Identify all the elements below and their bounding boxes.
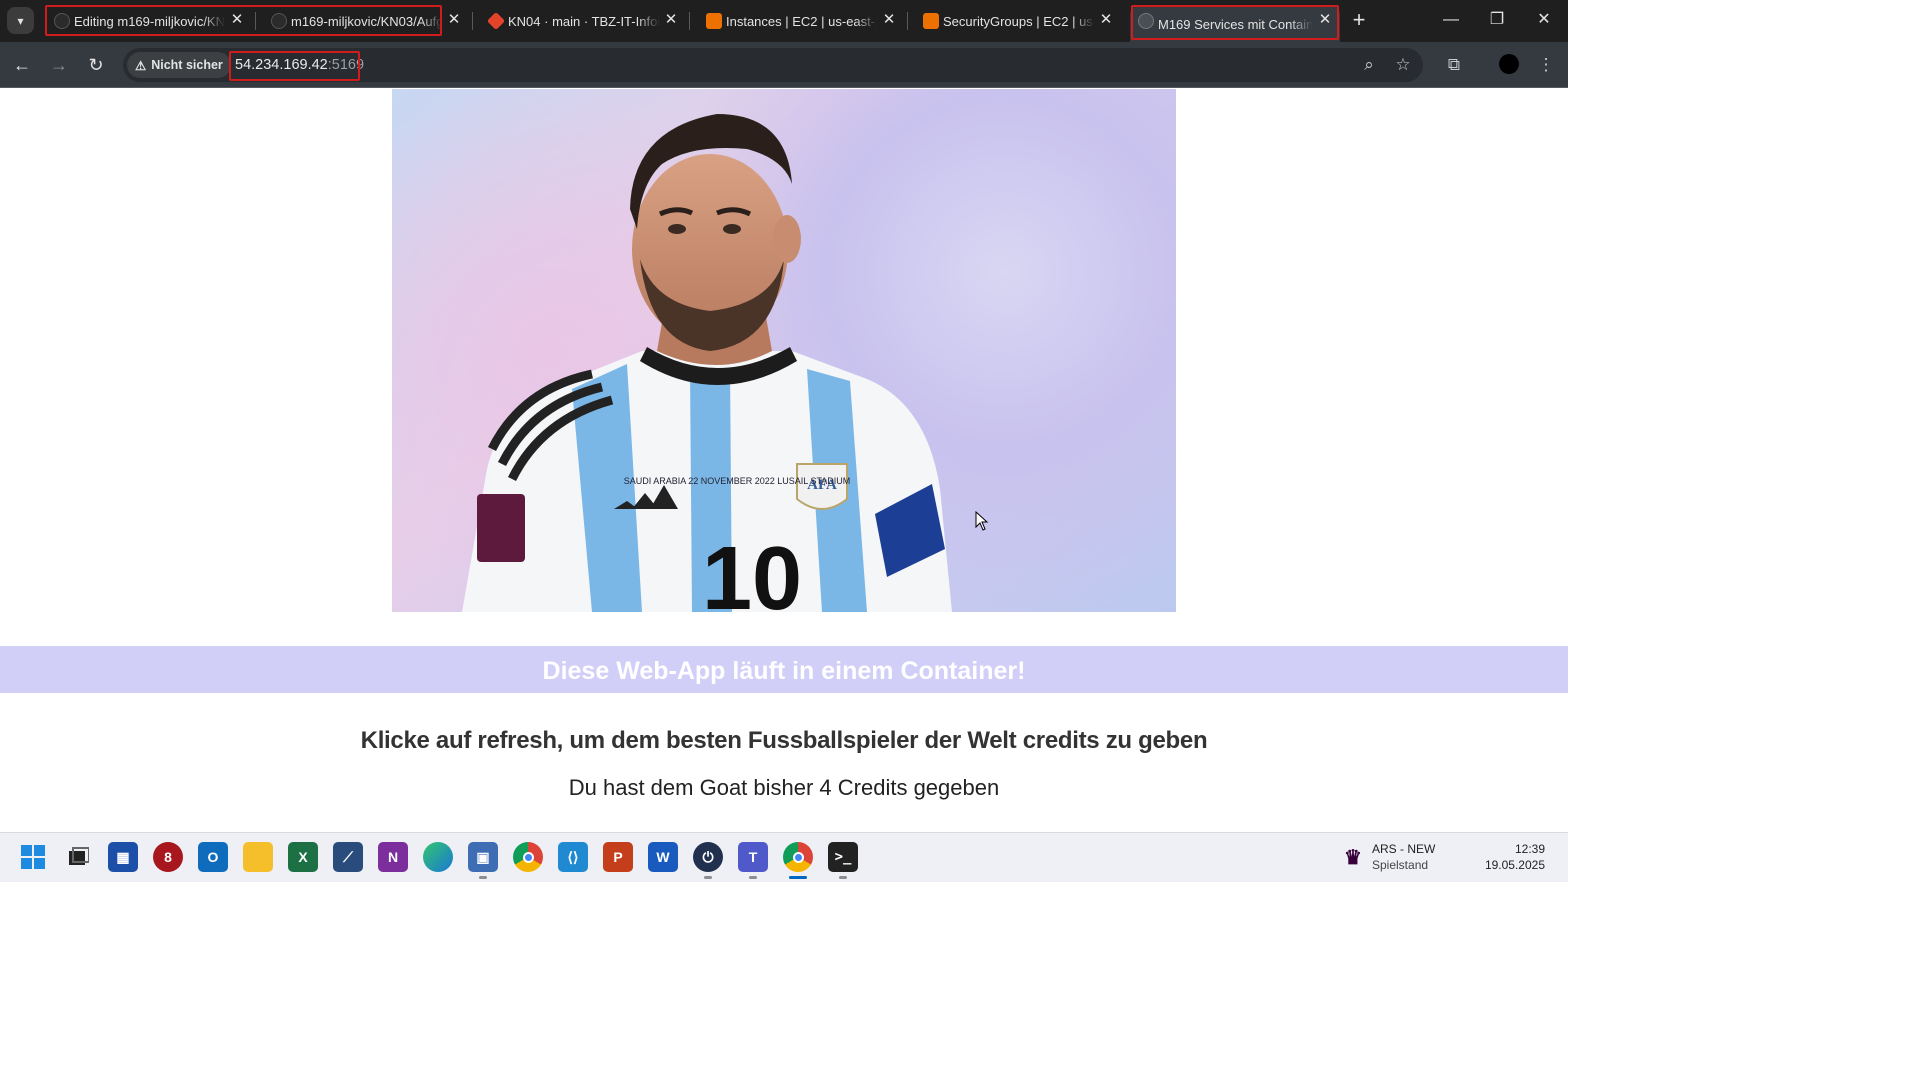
close-icon[interactable]: ✕	[662, 11, 680, 29]
profile-avatar[interactable]	[1499, 54, 1519, 74]
aws-icon	[706, 13, 722, 29]
reload-button[interactable]: ↻	[83, 52, 109, 78]
page-content: AFA SAUDI ARABIA 22 NOVEMBER 2022 LUSAIL…	[0, 89, 1568, 832]
arrow-right-icon: →	[50, 55, 68, 75]
messi-photo: AFA SAUDI ARABIA 22 NOVEMBER 2022 LUSAIL…	[392, 89, 1176, 612]
tab-separator	[472, 12, 473, 30]
chevron-down-icon: ▾	[17, 13, 24, 28]
power-icon[interactable]: ⏻	[693, 842, 723, 872]
word-icon[interactable]: W	[648, 842, 678, 872]
tab-kn04[interactable]: KN04 · main · TBZ-IT-Inform ✕	[480, 6, 686, 36]
running-indicator	[839, 876, 847, 879]
remote-desktop-icon[interactable]: ▣	[468, 842, 498, 872]
tab-separator	[907, 12, 908, 30]
task-view-icon[interactable]	[63, 842, 93, 872]
close-icon[interactable]: ✕	[228, 11, 246, 29]
tab-m169-services[interactable]: M169 Services mit Contain ✕	[1130, 6, 1340, 42]
tab-search-button[interactable]: ▾	[7, 7, 34, 34]
plus-icon: +	[1352, 7, 1366, 32]
warning-icon: ⚠	[135, 58, 147, 73]
chrome-icon[interactable]	[513, 842, 543, 872]
forward-button[interactable]: →	[46, 52, 72, 78]
terminal-icon[interactable]: >_	[828, 842, 858, 872]
tab-separator	[255, 12, 256, 30]
bookmark-star-icon[interactable]: ☆	[1390, 52, 1416, 78]
app-icon[interactable]: 8	[153, 842, 183, 872]
arrow-left-icon: ←	[13, 55, 31, 75]
page-headline: Klicke auf refresh, um dem besten Fussba…	[360, 727, 1208, 754]
aws-icon	[923, 13, 939, 29]
zoom-icon[interactable]: ⌕	[1356, 52, 1382, 78]
menu-icon[interactable]: ⋮	[1533, 52, 1559, 78]
running-indicator	[704, 876, 712, 879]
player-illustration: AFA SAUDI ARABIA 22 NOVEMBER 2022 LUSAIL…	[462, 114, 952, 612]
security-indicator[interactable]: ⚠ Nicht sicher	[127, 52, 231, 78]
jersey-number: 10	[702, 529, 802, 612]
github-icon	[271, 13, 287, 29]
outlook-icon[interactable]: O	[198, 842, 228, 872]
gitlab-icon	[486, 11, 506, 31]
clock-time[interactable]: 12:39	[1480, 842, 1545, 856]
file-explorer-icon[interactable]	[243, 842, 273, 872]
restore-button[interactable]: ❐	[1484, 8, 1510, 32]
container-banner: Diese Web-App läuft in einem Container!	[0, 646, 1568, 693]
minimize-button[interactable]: —	[1438, 8, 1464, 32]
onenote-icon[interactable]: N	[378, 842, 408, 872]
close-window-button[interactable]: ✕	[1531, 8, 1557, 32]
active-indicator	[789, 876, 807, 879]
close-icon[interactable]: ✕	[1097, 11, 1115, 29]
mouse-cursor-icon	[975, 511, 989, 531]
running-indicator	[749, 876, 757, 879]
premier-league-icon[interactable]: ♛	[1338, 842, 1368, 872]
address-bar[interactable]: ⚠ Nicht sicher 54.234.169.42:5169	[123, 48, 1423, 82]
reload-icon: ↻	[88, 55, 104, 75]
widget-title[interactable]: ARS - NEW	[1372, 842, 1435, 856]
start-icon[interactable]	[18, 842, 48, 872]
tab-securitygroups[interactable]: SecurityGroups | EC2 | us-ea ✕	[915, 6, 1121, 36]
close-icon[interactable]: ✕	[880, 11, 898, 29]
tab-editing[interactable]: Editing m169-miljkovic/KN ✕	[46, 6, 252, 36]
running-indicator	[479, 876, 487, 879]
edge-icon[interactable]	[423, 842, 453, 872]
github-icon	[54, 13, 70, 29]
credits-counter: Du hast dem Goat bisher 4 Credits gegebe…	[568, 775, 1000, 800]
url-text[interactable]: 54.234.169.42:5169	[235, 57, 364, 73]
powerpoint-icon[interactable]: P	[603, 842, 633, 872]
banner-text: Diese Web-App läuft in einem Container!	[542, 657, 1026, 685]
windows-taskbar: ▦ 8 O X ⟋ N ▣ ⟨⟩ P W ⏻ T >_ ♛ ARS - NEW …	[0, 832, 1568, 882]
new-tab-button[interactable]: +	[1348, 9, 1370, 31]
browser-toolbar: ← → ↻ ⚠ Nicht sicher 54.234.169.42:5169 …	[0, 42, 1568, 88]
close-icon[interactable]: ✕	[445, 11, 463, 29]
teams-icon[interactable]: T	[738, 842, 768, 872]
chrome-profile-icon[interactable]	[783, 842, 813, 872]
store-icon[interactable]: ▦	[108, 842, 138, 872]
back-button[interactable]: ←	[9, 52, 35, 78]
tab-strip: ▾ Editing m169-miljkovic/KN ✕ m169-miljk…	[0, 0, 1568, 42]
clock-date[interactable]: 19.05.2025	[1470, 858, 1545, 872]
vscode-icon[interactable]: ⟨⟩	[558, 842, 588, 872]
mysql-icon[interactable]: ⟋	[333, 842, 363, 872]
globe-icon	[1138, 13, 1154, 29]
excel-icon[interactable]: X	[288, 842, 318, 872]
extensions-icon[interactable]: ⧉	[1441, 52, 1467, 78]
widget-subtitle: Spielstand	[1372, 858, 1429, 872]
match-text: SAUDI ARABIA 22 NOVEMBER 2022 LUSAIL STA…	[624, 476, 851, 486]
tab-kn03[interactable]: m169-miljkovic/KN03/Aufg ✕	[263, 6, 469, 36]
tab-instances[interactable]: Instances | EC2 | us-east-1 ✕	[698, 6, 904, 36]
tab-separator	[689, 12, 690, 30]
close-icon[interactable]: ✕	[1316, 11, 1334, 29]
